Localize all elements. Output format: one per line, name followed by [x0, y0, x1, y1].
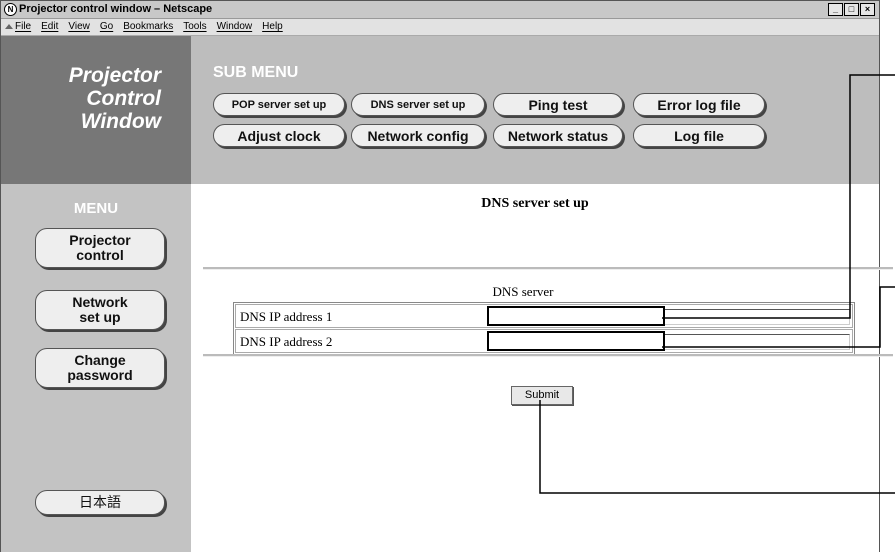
- dns-ip-2-label: DNS IP address 2: [240, 334, 333, 349]
- menu-file[interactable]: File: [15, 19, 31, 35]
- window-controls: _ □ ×: [828, 3, 875, 16]
- dns-server-setup-button[interactable]: DNS server set up: [351, 93, 485, 116]
- logo-line-2: Control: [86, 87, 161, 110]
- menu-view[interactable]: View: [68, 19, 90, 35]
- logo-line-3: Window: [80, 110, 161, 133]
- pop-server-setup-button[interactable]: POP server set up: [213, 93, 345, 116]
- dns-ip-2-input[interactable]: [487, 331, 665, 351]
- ping-test-button[interactable]: Ping test: [493, 93, 623, 116]
- menu-go[interactable]: Go: [100, 19, 113, 35]
- logo-line-1: Projector: [68, 64, 161, 87]
- sidebar-menu: MENU Projector control Network set up Ch…: [1, 184, 191, 552]
- menu-bookmarks[interactable]: Bookmarks: [123, 19, 173, 35]
- submenu-panel: SUB MENU POP server set up DNS server se…: [191, 36, 879, 184]
- maximize-button[interactable]: □: [844, 3, 859, 16]
- menu-edit[interactable]: Edit: [41, 19, 58, 35]
- projector-control-button[interactable]: Projector control: [35, 228, 165, 268]
- network-config-button[interactable]: Network config: [351, 124, 485, 147]
- toolbar-grip-icon[interactable]: [5, 24, 13, 29]
- page-title: DNS server set up: [481, 196, 589, 211]
- projector-control-label-2: control: [76, 247, 124, 263]
- logo-panel: Projector Control Window: [1, 36, 191, 184]
- network-setup-label-2: set up: [79, 309, 121, 325]
- japanese-language-button[interactable]: 日本語: [35, 490, 165, 515]
- change-password-label-1: Change: [74, 352, 126, 368]
- dns-ip-1-input[interactable]: [487, 306, 665, 326]
- log-file-button[interactable]: Log file: [633, 124, 765, 147]
- dns-server-table: DNS IP address 1 DNS IP address 2: [233, 302, 855, 355]
- network-setup-label-1: Network: [72, 294, 128, 310]
- projector-control-label-1: Projector: [69, 232, 131, 248]
- main-content: DNS server set up DNS server DNS IP addr…: [191, 184, 893, 552]
- window-title: Projector control window – Netscape: [19, 3, 213, 15]
- dns-row-1: DNS IP address 1: [235, 304, 853, 328]
- section-label: DNS server: [492, 284, 554, 299]
- change-password-label-2: password: [67, 367, 133, 383]
- menu-window[interactable]: Window: [217, 19, 253, 35]
- divider-bottom: [203, 354, 893, 357]
- title-bar: N Projector control window – Netscape _ …: [1, 1, 879, 19]
- menu-bar: File Edit View Go Bookmarks Tools Window…: [1, 19, 879, 36]
- dns-row-2: DNS IP address 2: [235, 329, 853, 353]
- menu-title: MENU: [73, 200, 119, 217]
- network-setup-button[interactable]: Network set up: [35, 290, 165, 330]
- menu-help[interactable]: Help: [262, 19, 283, 35]
- submenu-title: SUB MENU: [213, 64, 299, 81]
- dns-ip-1-label: DNS IP address 1: [240, 309, 333, 324]
- menu-tools[interactable]: Tools: [183, 19, 206, 35]
- error-log-file-button[interactable]: Error log file: [633, 93, 765, 116]
- submit-button[interactable]: Submit: [511, 386, 573, 405]
- netscape-icon: N: [4, 3, 17, 16]
- network-status-button[interactable]: Network status: [493, 124, 623, 147]
- adjust-clock-button[interactable]: Adjust clock: [213, 124, 345, 147]
- close-button[interactable]: ×: [860, 3, 875, 16]
- divider-top: [203, 267, 893, 270]
- browser-window: N Projector control window – Netscape _ …: [0, 0, 893, 552]
- minimize-button[interactable]: _: [828, 3, 843, 16]
- change-password-button[interactable]: Change password: [35, 348, 165, 388]
- app-logo: Projector Control Window: [31, 64, 161, 133]
